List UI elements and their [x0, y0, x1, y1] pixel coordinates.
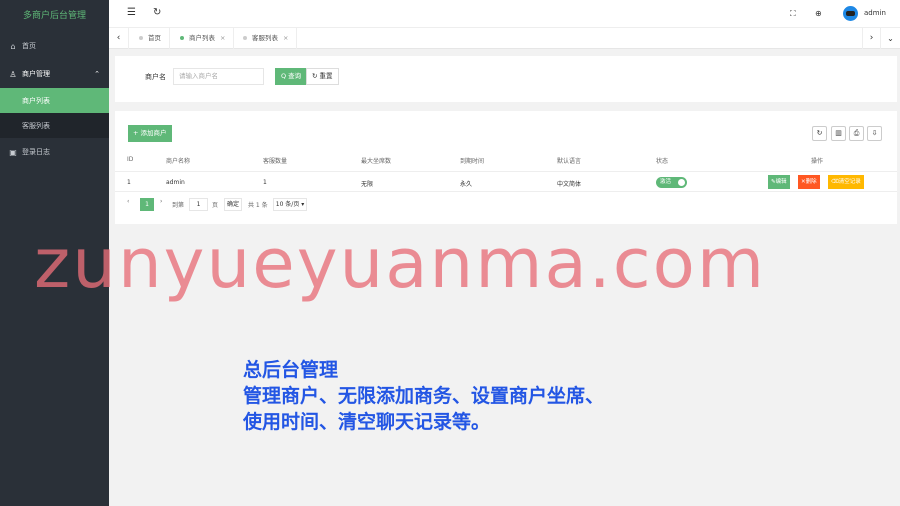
status-toggle[interactable]: 激活	[656, 177, 687, 188]
sidebar-item-home[interactable]: ⌂ 首页	[0, 32, 109, 60]
tab-label: 首页	[148, 34, 161, 42]
cell-name: admin	[166, 179, 185, 186]
close-icon[interactable]: ×	[220, 34, 225, 42]
sidebar-item-merchant-management[interactable]: ♙ 商户管理 ⌃	[0, 60, 109, 88]
tabs-prev-icon[interactable]: ‹	[109, 28, 129, 49]
print-icon[interactable]: ⎙	[849, 126, 864, 141]
top-bar: ☰ ↻ ⛶ ⊕ admin	[109, 0, 900, 28]
page-size-select[interactable]: 10 条/页 ▾	[273, 198, 307, 211]
fullscreen-icon[interactable]: ⛶	[790, 9, 796, 19]
reset-button[interactable]: ↻ 重置	[306, 68, 339, 85]
prev-page-icon[interactable]: ‹	[127, 198, 129, 205]
edit-button[interactable]: ✎编辑	[768, 175, 790, 189]
calendar-icon: ▣	[9, 147, 17, 157]
clear-records-button[interactable]: ⌫清空记录	[828, 175, 864, 189]
cell-service-count: 1	[263, 179, 267, 186]
search-panel: 商户名 请输入商户名 Q 查询 ↻ 重置	[115, 56, 897, 102]
column-header: 状态	[656, 158, 669, 165]
refresh-icon[interactable]: ↻	[153, 7, 161, 18]
tabs-bar: ‹ 首页 商户列表 × 客服列表 × › ⌄	[109, 28, 900, 49]
cell-expire: 永久	[460, 181, 473, 188]
tab-dot	[243, 36, 247, 40]
goto-confirm-button[interactable]: 确定	[224, 198, 242, 211]
page-current[interactable]: 1	[140, 198, 154, 211]
home-icon: ⌂	[10, 41, 16, 51]
goto-label: 到第	[172, 202, 185, 209]
reset-label: 重置	[319, 72, 333, 80]
cell-max-seats: 无限	[361, 181, 374, 188]
delete-button[interactable]: ✕删除	[798, 175, 820, 189]
column-header: 操作	[811, 158, 824, 165]
delete-label: 删除	[805, 179, 817, 185]
next-page-icon[interactable]: ›	[160, 198, 162, 205]
column-header: ID	[127, 156, 134, 163]
sidebar-item-label: 商户管理	[22, 70, 50, 78]
avatar[interactable]	[843, 6, 858, 21]
tab-dot	[180, 36, 184, 40]
user-icon: ♙	[9, 69, 17, 79]
chevron-up-icon: ⌃	[94, 70, 100, 78]
tab-service-list[interactable]: 客服列表 ×	[235, 28, 298, 49]
sidebar-item-login-log[interactable]: ▣ 登录日志	[0, 138, 109, 166]
tabs-next-icon[interactable]: ›	[862, 28, 880, 49]
caption-line: 管理商户、无限添加商务、设置商户坐席、	[243, 385, 605, 407]
column-header: 商户名称	[166, 158, 191, 165]
total-count: 共 1 条	[248, 202, 268, 209]
watermark: zunyueyuanma.com	[34, 224, 767, 304]
column-header: 默认语言	[557, 158, 582, 165]
tab-label: 客服列表	[252, 34, 278, 42]
tab-dot	[139, 36, 143, 40]
cell-language: 中文简体	[557, 181, 582, 188]
search-button[interactable]: Q 查询	[275, 68, 308, 85]
tab-home[interactable]: 首页	[131, 28, 170, 49]
globe-icon[interactable]: ⊕	[815, 9, 822, 18]
columns-filter-icon[interactable]: ▥	[831, 126, 846, 141]
tab-merchant-list[interactable]: 商户列表 ×	[172, 28, 235, 49]
sidebar-item-label: 首页	[22, 42, 36, 50]
chevron-down-icon[interactable]: ⌄	[880, 28, 900, 49]
refresh-icon: ↻	[312, 72, 318, 80]
caption-line: 总后台管理	[243, 359, 339, 381]
column-header: 到期时间	[460, 158, 485, 165]
close-icon[interactable]: ×	[283, 34, 288, 42]
caption-line: 使用时间、清空聊天记录等。	[243, 411, 491, 433]
merchant-table-panel: + 添加商户 ↻ ▥ ⎙ ⇩ ID 商户名称 客服数量 最大坐席数 到期时间 默…	[115, 111, 897, 224]
column-header: 客服数量	[263, 158, 288, 165]
edit-label: 编辑	[775, 179, 787, 185]
app-brand: 多商户后台管理	[22, 11, 86, 21]
menu-toggle-icon[interactable]: ☰	[127, 7, 136, 18]
export-icon[interactable]: ⇩	[867, 126, 882, 141]
column-header: 最大坐席数	[361, 158, 392, 165]
refresh-icon[interactable]: ↻	[812, 126, 827, 141]
username[interactable]: admin	[864, 9, 886, 17]
goto-page-input[interactable]: 1	[189, 198, 208, 211]
merchant-name-input[interactable]: 请输入商户名	[173, 68, 264, 85]
sidebar-item-merchant-list[interactable]: 商户列表	[0, 88, 109, 113]
sidebar-item-label: 登录日志	[22, 148, 50, 156]
merchant-name-label: 商户名	[145, 73, 166, 81]
promo-caption: 总后台管理 管理商户、无限添加商务、设置商户坐席、 使用时间、清空聊天记录等。	[243, 357, 604, 435]
sidebar-item-service-list[interactable]: 客服列表	[0, 113, 109, 138]
tab-label: 商户列表	[189, 34, 215, 42]
page-unit: 页	[212, 202, 219, 209]
add-merchant-button[interactable]: + 添加商户	[128, 125, 172, 142]
clear-label: 清空记录	[838, 179, 861, 185]
cell-id: 1	[127, 179, 131, 186]
